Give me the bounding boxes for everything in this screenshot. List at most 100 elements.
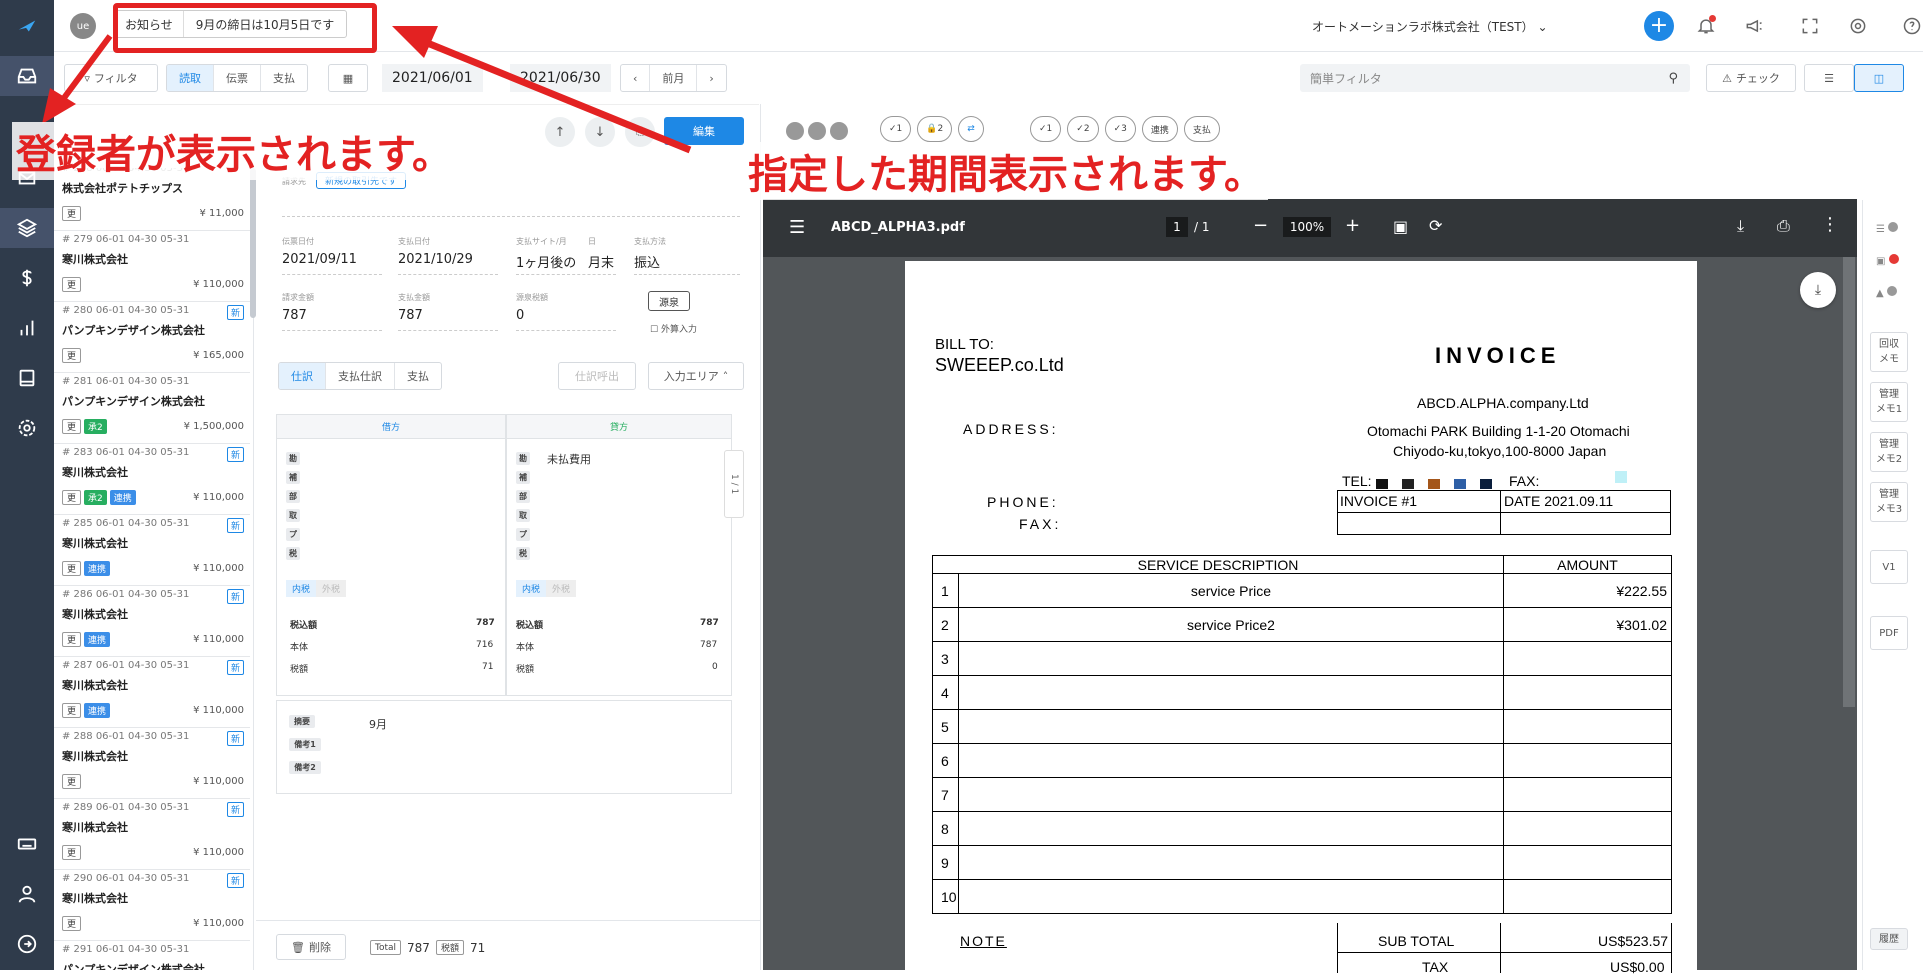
gear-icon[interactable]: [0, 408, 54, 448]
list-item[interactable]: # 290 06-01 04-30 05-31 寒川株式会社 ¥ 110,000 新更: [54, 870, 250, 941]
download-icon[interactable]: ⤓: [1800, 272, 1836, 308]
list-item[interactable]: # 281 06-01 04-30 05-31 パンプキンデザイン株式会社 ¥ 1,…: [54, 373, 250, 444]
tab-read[interactable]: 読取: [167, 65, 214, 91]
tab-payment-journal[interactable]: 支払仕訳: [326, 363, 395, 389]
copy-icon[interactable]: ⎘: [625, 117, 655, 147]
print-icon[interactable]: ⎙: [1777, 216, 1790, 236]
app-logo-icon[interactable]: [0, 6, 54, 46]
fullscreen-icon[interactable]: [1798, 14, 1822, 38]
collect-memo-button[interactable]: 回収 メモ: [1870, 332, 1908, 372]
withholding-amount-field[interactable]: 0: [516, 308, 524, 323]
fit-page-icon[interactable]: ▣: [1393, 217, 1408, 236]
user-icon[interactable]: [0, 874, 54, 914]
list-item[interactable]: # 280 06-01 04-30 05-31 パンプキンデザイン株式会社 ¥ 16…: [54, 302, 250, 373]
external-tax-checkbox[interactable]: ☐ 外算入力: [650, 322, 697, 335]
delete-button[interactable]: 🗑 削除: [276, 934, 346, 960]
arrow-down-icon[interactable]: ↓: [585, 117, 615, 147]
slip-date-field[interactable]: 2021/09/11: [282, 252, 357, 267]
tab-payment[interactable]: 支払: [395, 363, 441, 389]
list-item[interactable]: # 286 06-01 04-30 05-31 寒川株式会社 ¥ 110,000 新更…: [54, 586, 250, 657]
call-journal-button[interactable]: 仕訳呼出: [558, 362, 636, 390]
arrow-up-icon[interactable]: ↑: [545, 117, 575, 147]
help-icon[interactable]: [1900, 14, 1923, 38]
date-to[interactable]: 2021/06/30: [510, 64, 611, 92]
prev-month-button[interactable]: 前月: [650, 65, 698, 91]
company-selector[interactable]: オートメーションラボ株式会社（TEST） ⌄: [1312, 18, 1548, 35]
inbox-icon[interactable]: [0, 56, 54, 96]
more-icon[interactable]: ⋮: [1821, 214, 1839, 235]
bar-chart-icon[interactable]: [0, 308, 54, 348]
download-icon[interactable]: ⤓: [1737, 216, 1744, 236]
prev-icon[interactable]: ‹: [621, 65, 651, 91]
input-area-button[interactable]: 入力エリア ˄: [648, 362, 744, 390]
payment-step[interactable]: 支払: [1183, 116, 1220, 142]
next-icon[interactable]: ›: [697, 65, 725, 91]
credit-account[interactable]: 未払費用: [547, 451, 591, 467]
payment-method-field[interactable]: 振込: [634, 252, 660, 271]
zoom-out-icon[interactable]: −: [1253, 215, 1268, 236]
link-step[interactable]: 連携: [1141, 116, 1178, 142]
payment-amount-field[interactable]: 787: [398, 308, 423, 323]
add-button[interactable]: +: [1644, 11, 1674, 41]
tax-in-option[interactable]: 内税: [286, 580, 317, 597]
support-icon[interactable]: [1846, 14, 1870, 38]
keyboard-icon[interactable]: [0, 824, 54, 864]
approval-step-2[interactable]: 🔒 2: [917, 116, 953, 142]
memo1-button[interactable]: 管理 メモ1: [1870, 382, 1908, 422]
avatar[interactable]: [830, 122, 848, 140]
list-scrollbar[interactable]: [250, 168, 256, 318]
pdf-scrollbar[interactable]: [1843, 257, 1855, 707]
invoice-amount-field[interactable]: 787: [282, 308, 307, 323]
logout-icon[interactable]: [0, 924, 54, 964]
history-button[interactable]: 履歴: [1870, 928, 1908, 950]
version-button[interactable]: V1: [1870, 550, 1908, 584]
zoom-in-icon[interactable]: +: [1345, 215, 1360, 236]
approval-step-1[interactable]: ✓ 1: [880, 116, 912, 142]
tax-in-option[interactable]: 内税: [516, 580, 547, 597]
payment-date-field[interactable]: 2021/10/29: [398, 252, 473, 267]
list-item[interactable]: # 288 06-01 04-30 05-31 寒川株式会社 ¥ 110,000 新更: [54, 728, 250, 799]
zoom-input[interactable]: 100%: [1283, 217, 1331, 237]
book-icon[interactable]: [0, 358, 54, 398]
bell-icon[interactable]: [1694, 14, 1718, 38]
confirm-step-3[interactable]: ✓ 3: [1104, 116, 1136, 142]
avatar[interactable]: ue: [70, 13, 96, 39]
megaphone-icon[interactable]: [1742, 14, 1766, 38]
layers-icon[interactable]: [0, 208, 54, 248]
page-input[interactable]: 1: [1166, 217, 1188, 237]
avatar[interactable]: [808, 122, 826, 140]
journal-pager[interactable]: 1 / 1: [724, 450, 744, 518]
tax-out-option[interactable]: 外税: [316, 580, 347, 597]
tab-journal[interactable]: 仕訳: [279, 363, 326, 389]
split-view-button[interactable]: ◫: [1854, 64, 1904, 92]
menu-icon[interactable]: ☰: [789, 217, 805, 238]
search-input[interactable]: 簡単フィルタ ⚲: [1300, 64, 1690, 92]
dollar-icon[interactable]: [0, 258, 54, 298]
calendar-button[interactable]: ▦: [328, 64, 368, 92]
tab-slip[interactable]: 伝票: [214, 65, 261, 91]
confirm-step-1[interactable]: ✓ 1: [1030, 116, 1062, 142]
list-item[interactable]: # 279 06-01 04-30 05-31 寒川株式会社 ¥ 110,000 更: [54, 231, 250, 302]
summary-field[interactable]: 9月: [369, 716, 387, 732]
day-field[interactable]: 月末: [588, 252, 614, 271]
list-item[interactable]: # 283 06-01 04-30 05-31 寒川株式会社 ¥ 110,000 新更…: [54, 444, 250, 515]
list-item[interactable]: # 287 06-01 04-30 05-31 寒川株式会社 ¥ 110,000 新更…: [54, 657, 250, 728]
date-from[interactable]: 2021/06/01: [382, 64, 483, 92]
memo2-button[interactable]: 管理 メモ2: [1870, 432, 1908, 472]
withholding-button[interactable]: 源泉: [648, 291, 690, 311]
sync-icon[interactable]: ⇄: [958, 116, 984, 142]
tab-payment[interactable]: 支払: [261, 65, 307, 91]
filter-button[interactable]: ▿ フィルタ: [64, 64, 158, 92]
check-button[interactable]: ⚠ チェック: [1706, 64, 1796, 92]
payment-site-field[interactable]: 1ヶ月後の: [516, 252, 576, 271]
list-item[interactable]: # 289 06-01 04-30 05-31 寒川株式会社 ¥ 110,000 新更: [54, 799, 250, 870]
memo3-button[interactable]: 管理 メモ3: [1870, 482, 1908, 522]
confirm-step-2[interactable]: ✓ 2: [1067, 116, 1099, 142]
list-item[interactable]: # 285 06-01 04-30 05-31 寒川株式会社 ¥ 110,000 新更…: [54, 515, 250, 586]
avatar[interactable]: [786, 122, 804, 140]
edit-button[interactable]: 編集: [664, 117, 744, 145]
rotate-icon[interactable]: ⟳: [1429, 216, 1442, 235]
tax-out-option[interactable]: 外税: [546, 580, 577, 597]
pdf-button[interactable]: PDF: [1870, 616, 1908, 650]
list-item[interactable]: # 291 06-01 04-30 05-31 パンプキンデザイン株式会社: [54, 941, 250, 970]
